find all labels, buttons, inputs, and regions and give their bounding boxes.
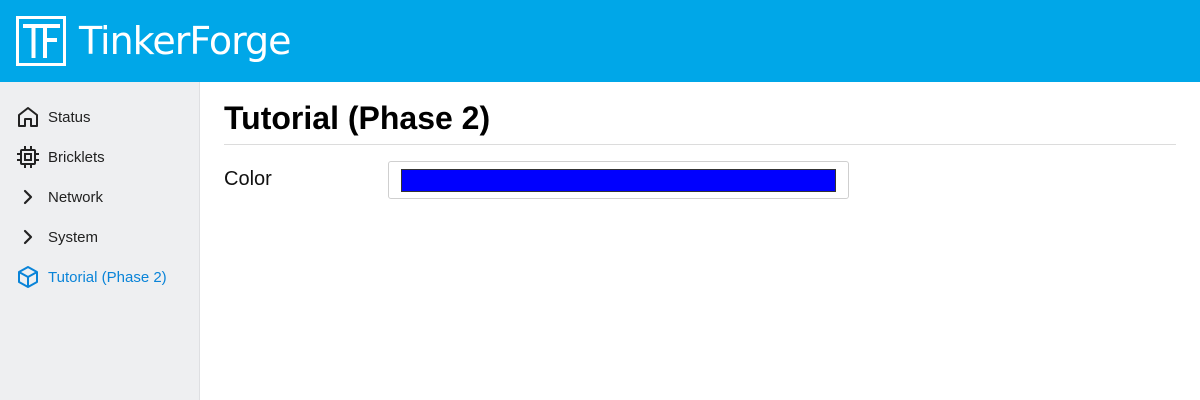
sidebar-item-label: Status — [48, 108, 91, 126]
page-title: Tutorial (Phase 2) — [224, 100, 491, 136]
box-icon — [16, 265, 40, 289]
color-label: Color — [224, 168, 272, 190]
sidebar-item-label: System — [48, 228, 99, 246]
sidebar: Status Bricklets Network System Tutorial… — [0, 82, 200, 400]
title-divider — [224, 144, 1176, 145]
sidebar-item-label: Bricklets — [48, 148, 105, 166]
top-header: TinkerForge — [0, 0, 1200, 82]
sidebar-item-status[interactable]: Status — [0, 97, 199, 137]
sidebar-item-label: Tutorial (Phase 2) — [48, 268, 167, 286]
sidebar-item-tutorial[interactable]: Tutorial (Phase 2) — [0, 257, 199, 297]
chevron-right-icon — [16, 185, 40, 209]
app-logo[interactable]: TinkerForge — [16, 15, 292, 67]
sidebar-item-system[interactable]: System — [0, 217, 199, 257]
color-picker-input[interactable] — [388, 161, 849, 199]
sidebar-item-label: Network — [48, 188, 104, 206]
tinkerforge-logo-icon — [16, 16, 66, 66]
color-swatch — [401, 169, 836, 192]
chevron-right-icon — [16, 225, 40, 249]
logo-text: TinkerForge — [79, 19, 292, 63]
home-icon — [16, 105, 40, 129]
chip-icon — [16, 145, 40, 169]
main-content: Tutorial (Phase 2) Color — [224, 82, 1176, 400]
sidebar-item-network[interactable]: Network — [0, 177, 199, 217]
sidebar-item-bricklets[interactable]: Bricklets — [0, 137, 199, 177]
